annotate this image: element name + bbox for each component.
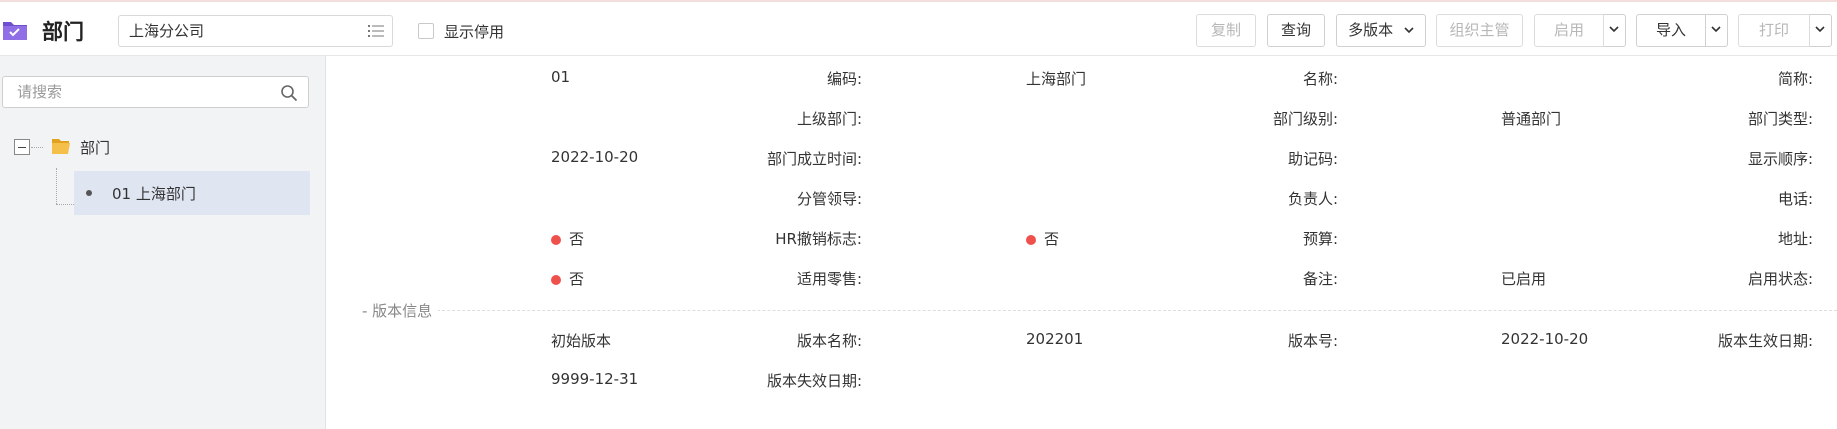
status-dot-icon <box>551 275 561 285</box>
org-select[interactable]: 上海分公司 <box>118 15 393 47</box>
query-button[interactable]: 查询 <box>1267 14 1325 47</box>
show-disabled-label: 显示停用 <box>444 22 505 41</box>
budget-label: 预算: <box>1302 230 1338 248</box>
owner-label: 负责人: <box>1287 190 1338 208</box>
chevron-down-icon <box>1711 26 1721 33</box>
tree-item-shanghai-dept[interactable]: 01 上海部门 <box>74 171 310 215</box>
list-icon[interactable] <box>368 24 384 38</box>
version-no-label: 版本号: <box>1287 332 1338 350</box>
remark-label: 备注: <box>1302 270 1338 288</box>
tree-collapse-toggle[interactable] <box>14 139 30 155</box>
status-dot-icon <box>551 235 561 245</box>
multi-version-label: 多版本 <box>1348 21 1394 39</box>
org-select-value: 上海分公司 <box>129 22 205 40</box>
enable-status-value: 已启用 <box>1501 270 1547 288</box>
tree-item-label: 01 上海部门 <box>112 185 196 203</box>
multi-version-button[interactable]: 多版本 <box>1336 14 1426 47</box>
tree-connector <box>31 147 43 148</box>
copy-button[interactable]: 复制 <box>1196 14 1256 47</box>
leader-label: 分管领导: <box>796 190 862 208</box>
hr-revoked-value: 否 <box>551 228 584 249</box>
toolbar: 部门 上海分公司 显示停用 复制 查询 多版本 组织主管 启用 导入 打印 <box>0 0 1837 56</box>
budget-text: 否 <box>1044 230 1060 248</box>
mnemonic-label: 助记码: <box>1287 150 1338 168</box>
dept-type-label: 部门类型: <box>1747 110 1813 128</box>
enable-dropdown-button[interactable] <box>1604 14 1626 47</box>
search-icon[interactable] <box>280 84 298 102</box>
import-button[interactable]: 导入 <box>1636 14 1706 47</box>
parent-dept-label: 上级部门: <box>796 110 862 128</box>
hr-revoked-label: HR撤销标志: <box>775 230 862 248</box>
section-divider <box>362 310 1837 311</box>
short-name-label: 简称: <box>1777 70 1813 88</box>
import-dropdown-button[interactable] <box>1706 14 1728 47</box>
search-input[interactable]: 请搜索 <box>17 77 62 107</box>
department-tree-panel: 请搜索 部门 01 上海部门 <box>0 56 326 429</box>
version-effective-label: 版本生效日期: <box>1717 332 1813 350</box>
dept-level-label: 部门级别: <box>1272 110 1338 128</box>
name-label: 名称: <box>1302 70 1338 88</box>
retail-label: 适用零售: <box>796 270 862 288</box>
version-effective-value: 2022-10-20 <box>1501 330 1589 348</box>
version-expiry-value: 9999-12-31 <box>551 370 639 388</box>
version-name-label: 版本名称: <box>796 332 862 350</box>
chevron-down-icon <box>1609 26 1619 33</box>
dept-type-value: 普通部门 <box>1501 110 1562 128</box>
display-order-label: 显示顺序: <box>1747 150 1813 168</box>
print-dropdown-button[interactable] <box>1810 14 1832 47</box>
bullet-icon <box>86 190 92 196</box>
department-detail: 编码: 01 名称: 上海部门 简称: 上级部门: 部门级别: 部门类型: 普通… <box>327 56 1837 429</box>
tree-connector <box>56 168 57 204</box>
name-value: 上海部门 <box>1026 70 1087 88</box>
tree-root-label[interactable]: 部门 <box>80 137 110 158</box>
tree-search[interactable]: 请搜索 <box>2 76 309 108</box>
code-value: 01 <box>551 68 571 86</box>
founded-date-label: 部门成立时间: <box>766 150 862 168</box>
retail-text: 否 <box>569 270 585 288</box>
tree-connector <box>56 204 74 205</box>
app-folder-check-icon <box>3 22 27 40</box>
enable-status-label: 启用状态: <box>1747 270 1813 288</box>
page-title: 部门 <box>42 20 84 44</box>
show-disabled-checkbox[interactable] <box>418 23 434 39</box>
show-disabled-toggle[interactable]: 显示停用 <box>418 21 504 41</box>
print-button[interactable]: 打印 <box>1738 14 1810 47</box>
founded-date-value: 2022-10-20 <box>551 148 639 166</box>
chevron-down-icon <box>1404 27 1414 34</box>
budget-value: 否 <box>1026 228 1059 249</box>
version-expiry-label: 版本失效日期: <box>766 372 862 390</box>
enable-button[interactable]: 启用 <box>1534 14 1604 47</box>
version-name-value: 初始版本 <box>551 332 612 350</box>
code-label: 编码: <box>826 70 862 88</box>
chevron-down-icon <box>1815 26 1825 33</box>
phone-label: 电话: <box>1777 190 1813 208</box>
status-dot-icon <box>1026 235 1036 245</box>
version-no-value: 202201 <box>1026 330 1084 348</box>
org-manager-button[interactable]: 组织主管 <box>1436 14 1523 47</box>
retail-value: 否 <box>551 268 584 289</box>
folder-open-icon <box>52 139 70 154</box>
version-section-toggle[interactable]: - 版本信息 <box>362 300 439 321</box>
hr-revoked-text: 否 <box>569 230 585 248</box>
address-label: 地址: <box>1777 230 1813 248</box>
